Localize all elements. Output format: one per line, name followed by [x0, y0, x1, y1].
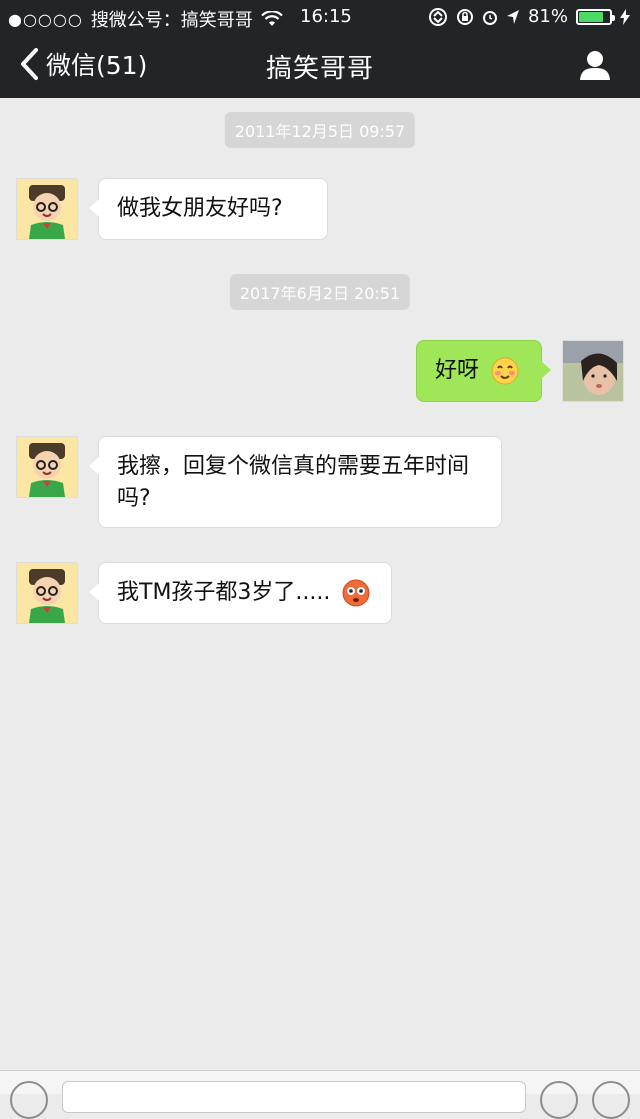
blush-emoji-icon — [491, 357, 519, 385]
battery-icon — [576, 8, 615, 25]
cartoon-avatar-icon — [17, 563, 77, 623]
battery-level — [579, 11, 604, 22]
top-bar: ●○○○○ 搜微公号：搞笑哥哥 16:15 81% 微信(51) 搞笑哥哥 — [0, 0, 640, 98]
message-text: 我擦，回复个微信真的需要五年时间吗? — [117, 454, 470, 511]
voice-toggle-button[interactable] — [10, 1081, 48, 1119]
contact-avatar[interactable] — [16, 436, 78, 498]
timestamp: 2011年12月5日 09:57 — [224, 112, 416, 148]
contact-avatar[interactable] — [16, 178, 78, 240]
input-bar — [0, 1070, 640, 1119]
charging-icon — [620, 8, 630, 25]
message-bubble-incoming[interactable]: 我擦，回复个微信真的需要五年时间吗? — [89, 436, 502, 528]
wifi-icon — [261, 11, 283, 26]
cartoon-avatar-icon — [17, 437, 77, 497]
emoji-button[interactable] — [540, 1081, 578, 1119]
chat-title: 搞笑哥哥 — [265, 54, 374, 84]
flushed-emoji-icon — [342, 579, 370, 607]
carrier-name: 搜微公号：搞笑哥哥 — [90, 10, 253, 31]
location-icon — [506, 9, 519, 24]
status-bar: ●○○○○ 搜微公号：搞笑哥哥 16:15 81% — [0, 0, 640, 34]
my-avatar[interactable] — [562, 340, 624, 402]
more-button[interactable] — [592, 1081, 630, 1119]
message-bubble-incoming[interactable]: 我TM孩子都3岁了..... — [89, 562, 392, 624]
chat-area[interactable]: 2011年12月5日 09:57 做我女朋友好吗? 2017年6月2日 20:5… — [0, 98, 640, 1070]
cartoon-avatar-icon — [17, 179, 77, 239]
signal-dots: ●○○○○ — [8, 9, 83, 29]
profile-icon[interactable] — [578, 48, 612, 82]
status-time: 16:15 — [300, 6, 352, 27]
message-text: 我TM孩子都3岁了..... — [117, 580, 331, 605]
battery-percent: 81% — [527, 6, 568, 27]
message-bubble-incoming[interactable]: 做我女朋友好吗? — [89, 178, 328, 240]
contact-avatar[interactable] — [16, 562, 78, 624]
message-input[interactable] — [62, 1081, 526, 1113]
message-bubble-outgoing[interactable]: 好呀 — [416, 340, 551, 402]
photo-avatar-icon — [563, 341, 623, 401]
message-text: 做我女朋友好吗? — [117, 196, 283, 221]
rotation-lock-icon — [456, 8, 473, 25]
sync-icon — [428, 7, 447, 26]
carrier-info: ●○○○○ 搜微公号：搞笑哥哥 — [8, 6, 283, 32]
nav-bar: 微信(51) 搞笑哥哥 — [0, 34, 640, 98]
alarm-icon — [482, 10, 497, 25]
message-text: 好呀 — [435, 358, 480, 383]
timestamp: 2017年6月2日 20:51 — [229, 274, 411, 310]
status-right: 81% — [428, 6, 630, 27]
